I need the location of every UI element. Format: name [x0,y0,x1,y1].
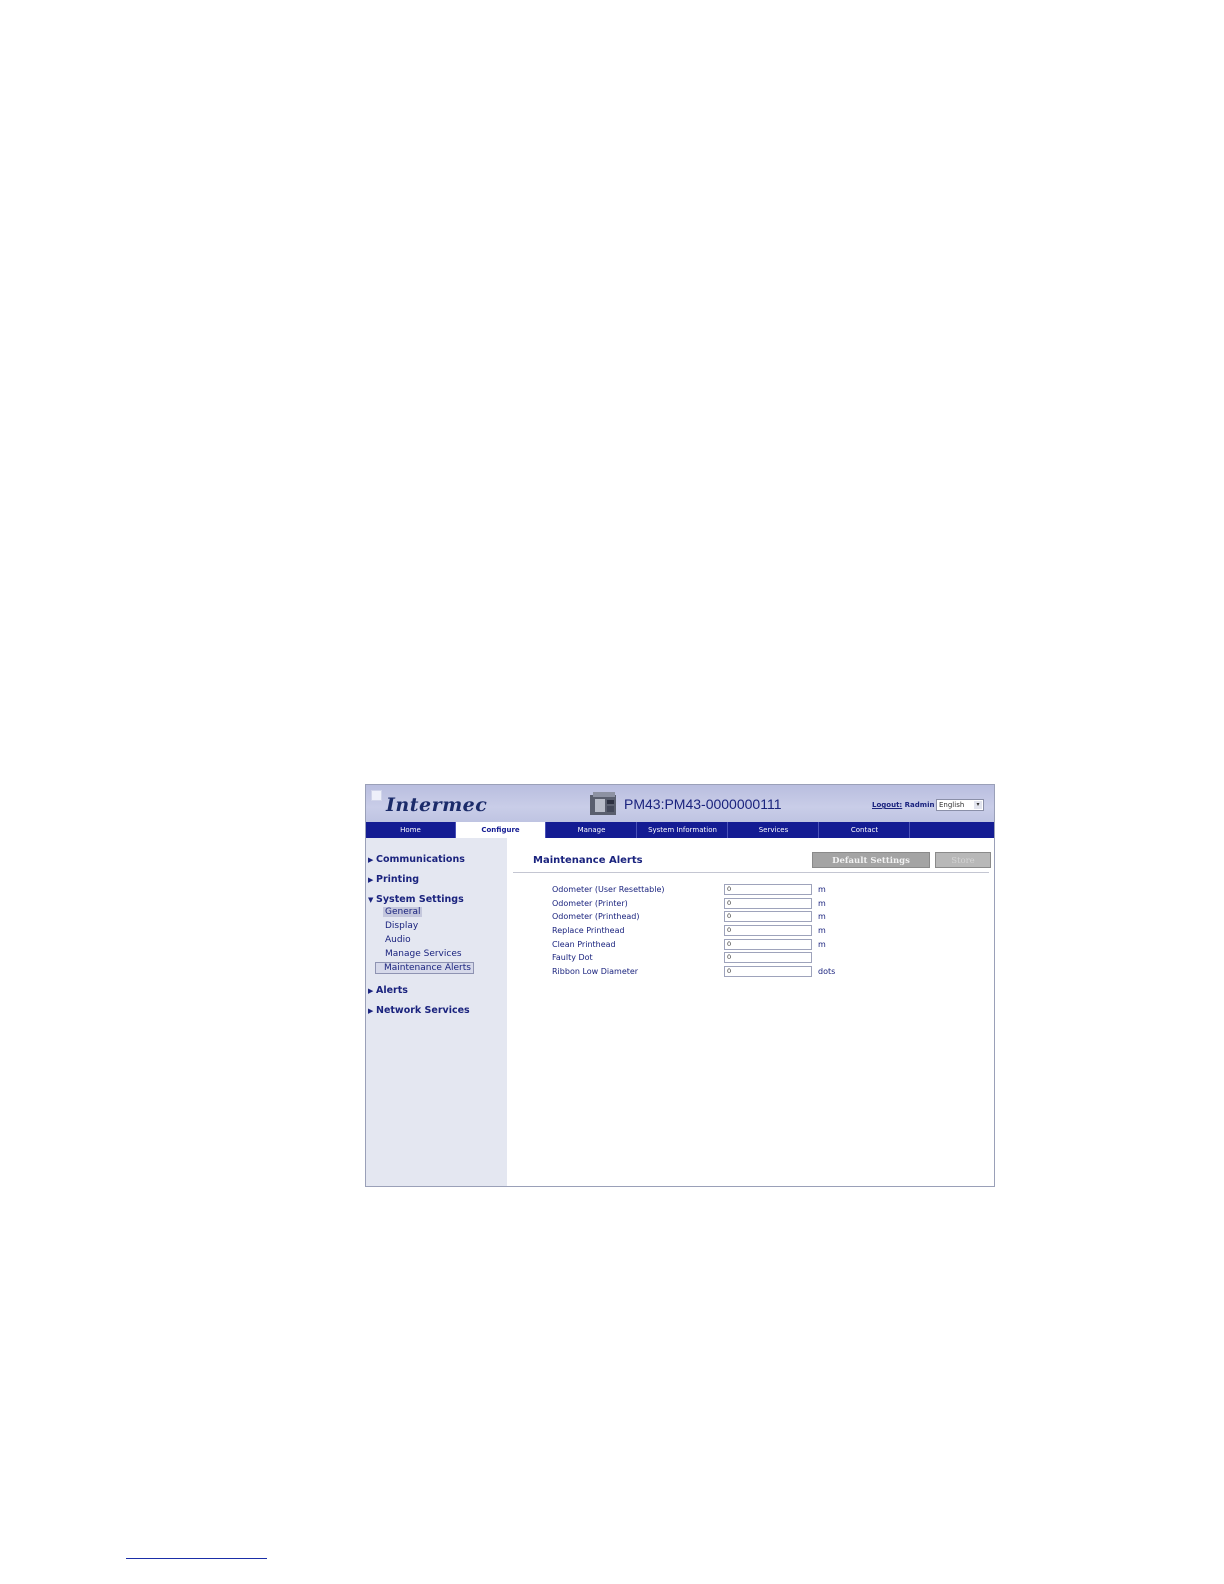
sidebar-label: Communications [376,854,465,865]
footnote-rule [126,1558,267,1559]
setting-row: Odometer (Printhead) 0 m [507,911,994,925]
setting-label: Odometer (Printer) [552,899,628,908]
ribbon-low-diameter-field[interactable]: 0 [724,966,812,977]
setting-row: Faulty Dot 0 [507,952,994,966]
setting-label: Odometer (Printhead) [552,912,640,921]
setting-row: Odometer (User Resettable) 0 m [507,884,994,898]
setting-unit: m [818,885,826,894]
odometer-printer-field[interactable]: 0 [724,898,812,909]
setting-unit: dots [818,967,836,976]
setting-unit: m [818,940,826,949]
arrow-right-icon: ▶ [368,856,374,864]
main-panel: Maintenance Alerts Default Settings Stor… [507,838,994,1186]
replace-printhead-field[interactable]: 0 [724,925,812,936]
setting-row: Ribbon Low Diameter 0 dots [507,966,994,980]
language-select[interactable]: English ▾ [936,799,984,811]
sidebar-item-display[interactable]: Display [383,921,420,931]
tab-system-information[interactable]: System Information [638,822,728,838]
default-settings-button[interactable]: Default Settings [812,852,930,868]
sidebar-item-printing[interactable]: ▶ Printing [368,874,419,885]
sidebar-label: Network Services [376,1005,470,1016]
logo-box-icon [371,790,382,801]
language-value: English [939,801,965,809]
intermec-logo: Intermec [386,794,488,816]
setting-label: Ribbon Low Diameter [552,967,639,976]
setting-unit: m [818,912,826,921]
sidebar: ▶ Communications ▶ Printing ▼ System Settin… [366,838,507,1186]
sidebar-item-network-services[interactable]: ▶ Network Services [368,1005,470,1016]
setting-label: Odometer (User Resettable) [552,885,665,894]
printer-icon [590,792,616,815]
setting-row: Replace Printhead 0 m [507,925,994,939]
tab-contact[interactable]: Contact [820,822,910,838]
sidebar-item-system-settings[interactable]: ▼ System Settings [368,894,464,905]
arrow-right-icon: ▶ [368,876,374,884]
logout-area: Logout: Radmin [872,801,934,809]
setting-label: Faulty Dot [552,953,593,962]
screenshot-frame: Intermec PM43:PM43-0000000111 Logout: Ra… [365,784,995,1187]
chevron-down-icon: ▾ [974,801,982,809]
logout-user: Radmin [904,801,935,809]
arrow-down-icon: ▼ [368,896,374,904]
odometer-user-resettable-field[interactable]: 0 [724,884,812,895]
tab-configure[interactable]: Configure [456,822,546,838]
store-button[interactable]: Store [935,852,991,868]
sidebar-item-maintenance-alerts[interactable]: Maintenance Alerts [375,962,474,974]
faulty-dot-field[interactable]: 0 [724,952,812,963]
tab-home[interactable]: Home [366,822,456,838]
sidebar-item-alerts[interactable]: ▶ Alerts [368,985,408,996]
sidebar-label: Alerts [376,985,408,996]
setting-label: Replace Printhead [552,926,625,935]
sidebar-item-communications[interactable]: ▶ Communications [368,854,465,865]
sidebar-label: System Settings [376,894,464,905]
logout-link[interactable]: Logout: [872,801,902,809]
nav-bar: Home Configure Manage System Information… [366,822,994,838]
page-title: Maintenance Alerts [533,855,643,866]
divider [513,872,989,873]
setting-unit: m [818,899,826,908]
header-bar: Intermec PM43:PM43-0000000111 Logout: Ra… [366,785,994,822]
setting-label: Clean Printhead [552,940,616,949]
tab-services[interactable]: Services [729,822,819,838]
sidebar-item-general[interactable]: General [383,907,423,917]
arrow-right-icon: ▶ [368,987,374,995]
tab-manage[interactable]: Manage [547,822,637,838]
clean-printhead-field[interactable]: 0 [724,939,812,950]
sidebar-item-audio[interactable]: Audio [383,935,413,945]
sidebar-item-manage-services[interactable]: Manage Services [383,949,464,959]
setting-unit: m [818,926,826,935]
odometer-printhead-field[interactable]: 0 [724,911,812,922]
sidebar-label: Printing [376,874,420,885]
device-title: PM43:PM43-0000000111 [624,796,782,812]
arrow-right-icon: ▶ [368,1007,374,1015]
